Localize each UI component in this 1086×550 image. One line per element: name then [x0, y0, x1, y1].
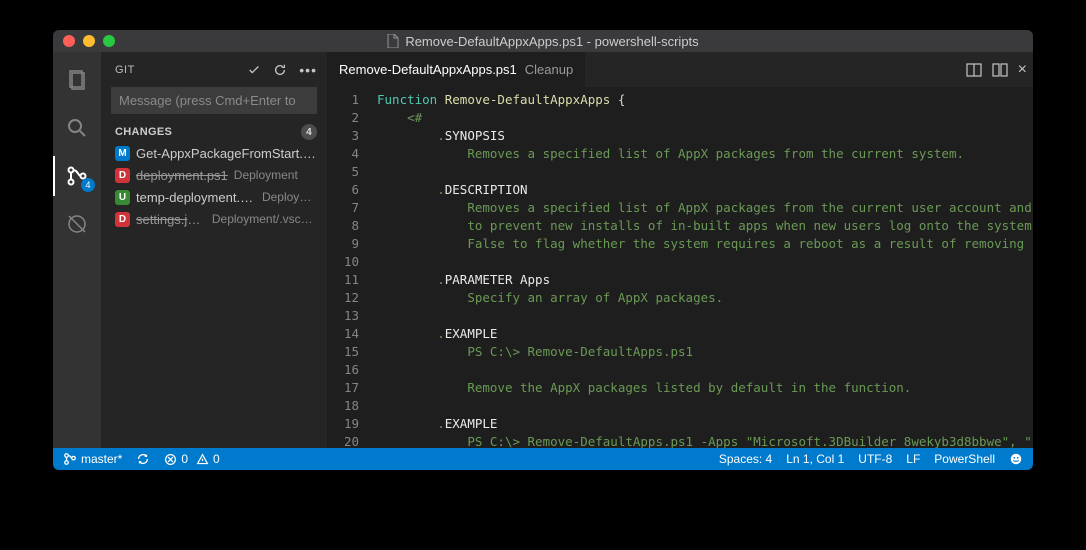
sidebar-scm: GIT ••• CHANGES 4 MGet-AppxPackageFr: [101, 52, 327, 448]
statusbar-left: master* 0 0: [63, 452, 220, 466]
tabbar: Remove-DefaultAppxApps.ps1 Cleanup ×: [327, 52, 1033, 87]
error-icon: [164, 453, 177, 466]
warning-icon: [196, 453, 209, 466]
branch-icon: [63, 452, 77, 466]
sidebar-actions: •••: [247, 62, 317, 78]
branch-name: master*: [81, 452, 122, 466]
statusbar: master* 0 0 Spaces: 4 Ln 1, Col 1: [53, 448, 1033, 470]
encoding-indicator[interactable]: UTF-8: [858, 452, 892, 466]
minimize-window-button[interactable]: [83, 35, 95, 47]
change-filename: deployment.ps1: [136, 168, 228, 183]
close-editor-icon[interactable]: ×: [1018, 61, 1027, 79]
change-list: M Get-AppxPackageFromStart.ps1 ... Ddeploy…: [101, 142, 327, 230]
code-content[interactable]: Function Remove-DefaultAppxApps { <# .SY…: [377, 91, 1033, 448]
activity-debug[interactable]: [53, 204, 101, 244]
split-editor-icon[interactable]: [966, 62, 982, 78]
statusbar-right: Spaces: 4 Ln 1, Col 1 UTF-8 LF PowerShel…: [719, 452, 1023, 466]
vscode-window: Remove-DefaultAppxApps.ps1 - powershell-…: [53, 30, 1033, 470]
feedback-icon[interactable]: [1009, 452, 1023, 466]
titlebar: Remove-DefaultAppxApps.ps1 - powershell-…: [53, 30, 1033, 52]
branch-indicator[interactable]: master*: [63, 452, 122, 466]
change-row[interactable]: Utemp-deployment.ps1 Deploym...: [101, 186, 327, 208]
maximize-window-button[interactable]: [103, 35, 115, 47]
change-row[interactable]: Dsettings.json Deployment/.vscode: [101, 208, 327, 230]
commit-icon[interactable]: [247, 63, 261, 77]
change-path: Deployment: [234, 168, 298, 182]
main-area: 4 GIT •••: [53, 52, 1033, 448]
tab-actions: ×: [966, 61, 1027, 79]
change-row[interactable]: M Get-AppxPackageFromStart.ps1 ...: [101, 142, 327, 164]
activity-scm[interactable]: 4: [53, 156, 101, 196]
activitybar: 4: [53, 52, 101, 448]
file-icon: [387, 34, 399, 48]
changes-count-badge: 4: [301, 124, 317, 140]
refresh-icon[interactable]: [273, 63, 287, 77]
more-icon[interactable]: •••: [299, 62, 317, 78]
change-path: Deployment/.vscode: [212, 212, 317, 226]
activity-explorer[interactable]: [53, 60, 101, 100]
tab-filename: Remove-DefaultAppxApps.ps1: [339, 62, 517, 77]
status-letter: D: [115, 168, 130, 183]
warning-count: 0: [213, 452, 220, 466]
sidebar-title: GIT: [115, 64, 135, 76]
cursor-position[interactable]: Ln 1, Col 1: [786, 452, 844, 466]
changes-header[interactable]: CHANGES 4: [101, 122, 327, 142]
commit-message-input[interactable]: [111, 87, 317, 114]
error-count: 0: [181, 452, 188, 466]
sidebar-header: GIT •••: [101, 52, 327, 87]
editor-tab[interactable]: Remove-DefaultAppxApps.ps1 Cleanup: [327, 52, 585, 87]
problems-indicator[interactable]: 0 0: [164, 452, 219, 466]
window-title-text: Remove-DefaultAppxApps.ps1 - powershell-…: [405, 34, 698, 49]
close-window-button[interactable]: [63, 35, 75, 47]
tab-crumb: Cleanup: [525, 62, 573, 77]
changes-label: CHANGES: [115, 126, 172, 138]
change-path: Deploym...: [262, 190, 317, 204]
change-filename: settings.json: [136, 212, 206, 227]
status-letter: M: [115, 146, 130, 161]
status-letter: U: [115, 190, 130, 205]
status-letter: D: [115, 212, 130, 227]
change-row[interactable]: Ddeployment.ps1 Deployment: [101, 164, 327, 186]
commit-box: [111, 87, 317, 114]
eol-indicator[interactable]: LF: [906, 452, 920, 466]
scm-badge: 4: [81, 178, 95, 192]
sync-button[interactable]: [136, 452, 150, 466]
traffic-lights: [53, 35, 115, 47]
line-number-gutter: 1234567891011121314151617181920: [327, 91, 377, 448]
activity-search[interactable]: [53, 108, 101, 148]
language-indicator[interactable]: PowerShell: [934, 452, 995, 466]
editor-group: Remove-DefaultAppxApps.ps1 Cleanup × 123…: [327, 52, 1033, 448]
editor[interactable]: 1234567891011121314151617181920 Function…: [327, 87, 1033, 448]
show-diff-icon[interactable]: [992, 62, 1008, 78]
change-filename: Get-AppxPackageFromStart.ps1 ...: [136, 146, 317, 161]
indentation-indicator[interactable]: Spaces: 4: [719, 452, 772, 466]
change-filename: temp-deployment.ps1: [136, 190, 256, 205]
sync-icon: [136, 452, 150, 466]
window-title: Remove-DefaultAppxApps.ps1 - powershell-…: [53, 34, 1033, 49]
